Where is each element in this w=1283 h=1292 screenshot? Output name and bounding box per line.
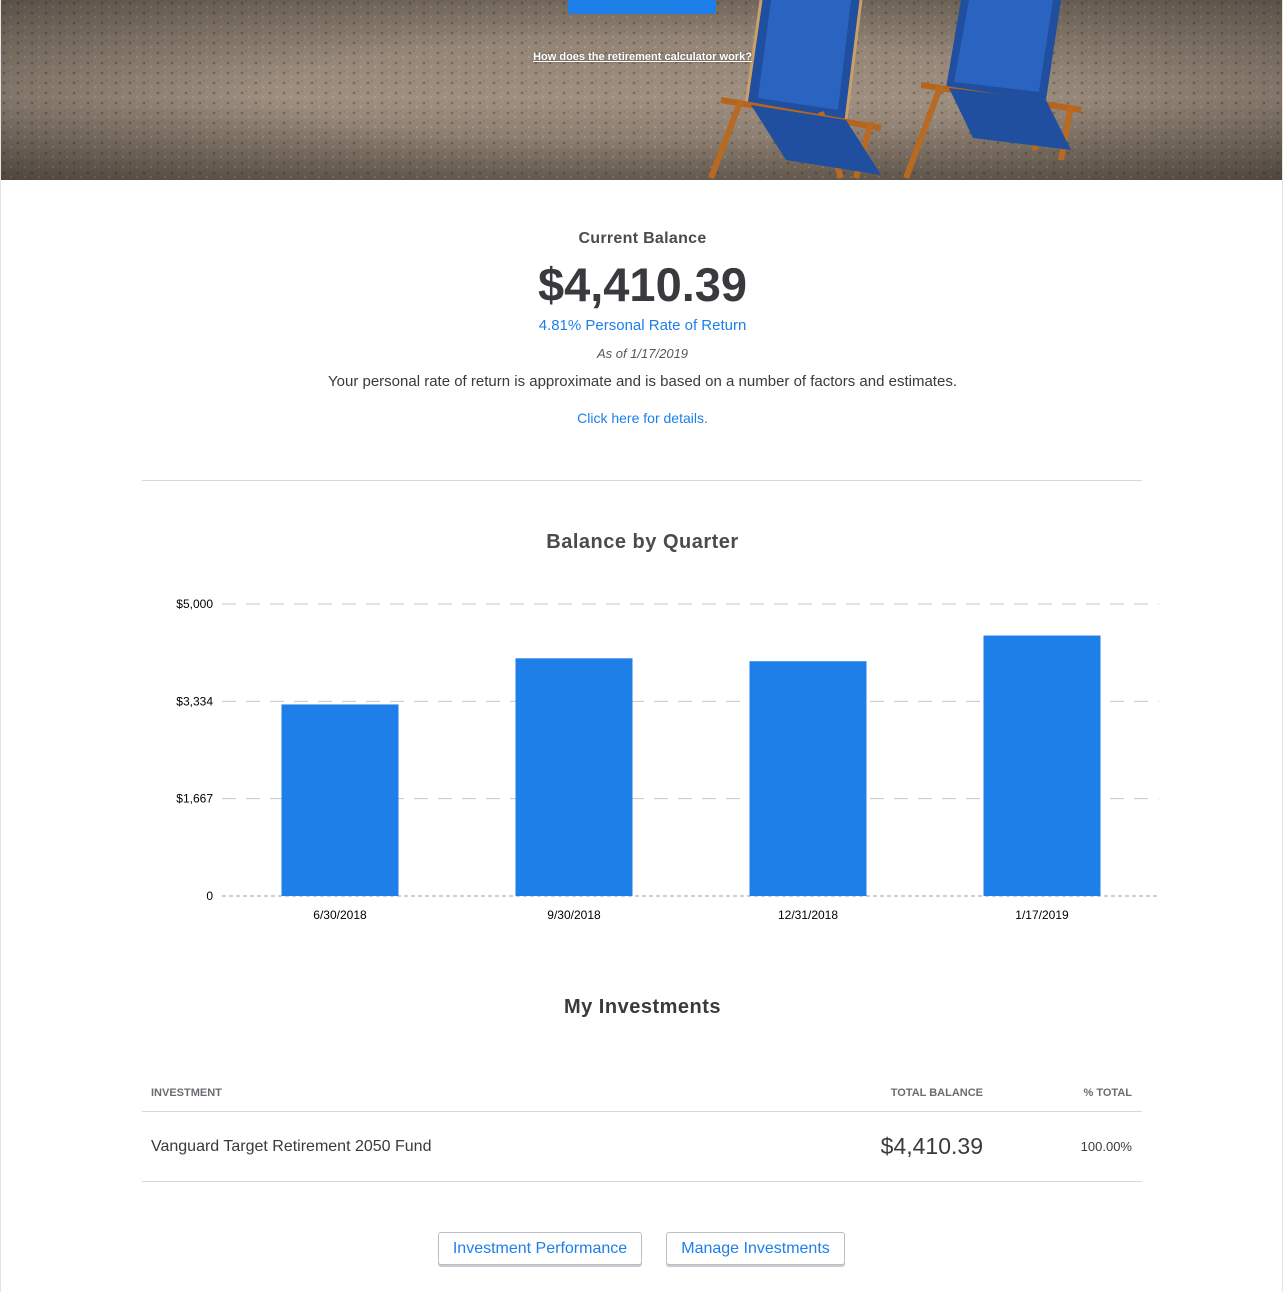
investment-performance-button[interactable]: Investment Performance <box>438 1232 642 1265</box>
x-tick-label: 1/17/2019 <box>1015 908 1069 922</box>
investment-percent-total: 100.00% <box>1080 1139 1132 1154</box>
y-tick-label: 0 <box>206 889 213 903</box>
details-link[interactable]: Click here for details. <box>1 410 1282 426</box>
manage-investments-button[interactable]: Manage Investments <box>666 1232 845 1265</box>
rate-of-return: 4.81% Personal Rate of Return <box>538 317 747 334</box>
bar <box>515 658 633 896</box>
section-divider <box>142 480 1142 481</box>
y-tick-label: $5,000 <box>176 597 213 611</box>
investment-name: Vanguard Target Retirement 2050 Fund <box>151 1138 432 1155</box>
calculator-info-link[interactable]: How does the retirement calculator work? <box>1 51 1282 63</box>
balance-chart: 0 $1,667 $3,334 $5,000 6/30/2018 9/30/2018 12/… <box>142 590 1172 935</box>
column-header-investment: INVESTMENT <box>151 1087 222 1099</box>
investments-title: My Investments <box>563 996 722 1018</box>
column-header-percent-total: % TOTAL <box>1083 1087 1132 1099</box>
hero-cta-button[interactable] <box>568 0 716 14</box>
x-tick-label: 9/30/2018 <box>547 908 601 922</box>
x-tick-label: 6/30/2018 <box>313 908 367 922</box>
current-balance-value: $4,410.39 <box>537 258 748 311</box>
investments-table: INVESTMENT TOTAL BALANCE % TOTAL Vanguar… <box>142 1078 1142 1182</box>
chart-title: Balance by Quarter <box>546 531 739 553</box>
as-of-date: As of 1/17/2019 <box>596 346 689 361</box>
bar <box>749 661 867 896</box>
y-tick-label: $1,667 <box>176 792 213 806</box>
column-header-total-balance: TOTAL BALANCE <box>890 1087 983 1099</box>
current-balance-label: Current Balance <box>578 230 707 247</box>
hero-banner: How does the retirement calculator work? <box>1 0 1282 180</box>
rate-disclaimer: Your personal rate of return is approxim… <box>328 373 957 390</box>
y-tick-label: $3,334 <box>176 694 213 708</box>
bar <box>983 635 1101 896</box>
bar <box>281 704 399 896</box>
investment-total-balance: $4,410.39 <box>880 1133 983 1159</box>
balance-chart-svg: 0 $1,667 $3,334 $5,000 6/30/2018 9/30/2018 12/… <box>176 597 1159 922</box>
beach-chairs-image <box>1 0 1282 180</box>
table-row: Vanguard Target Retirement 2050 Fund $4,… <box>142 1112 1142 1182</box>
page: How does the retirement calculator work?… <box>0 0 1283 1292</box>
table-header: INVESTMENT TOTAL BALANCE % TOTAL <box>142 1078 1142 1112</box>
x-tick-label: 12/31/2018 <box>778 908 838 922</box>
